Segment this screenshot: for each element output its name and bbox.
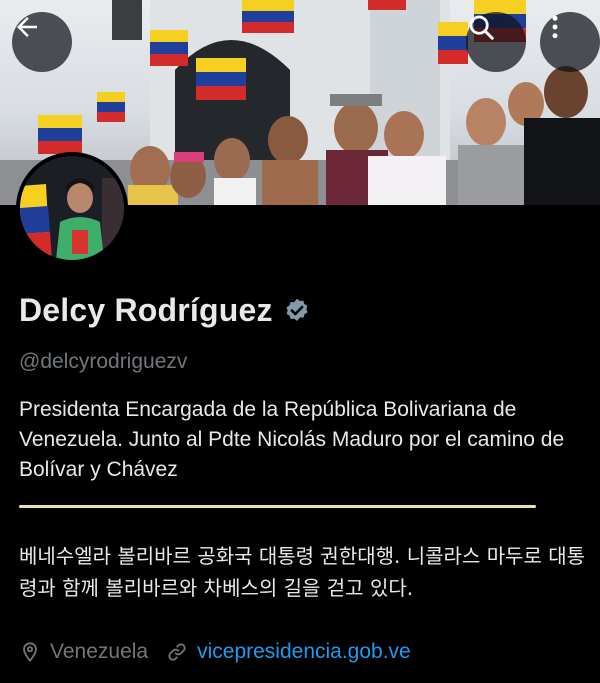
link-icon — [168, 643, 186, 661]
avatar-photo — [20, 156, 124, 260]
flag — [196, 58, 246, 100]
profile-name-row: Delcy Rodríguez — [19, 292, 311, 329]
search-icon — [469, 15, 494, 40]
profile-website-link[interactable]: vicepresidencia.gob.ve — [197, 640, 411, 664]
flag — [150, 30, 188, 66]
back-button[interactable] — [12, 12, 72, 72]
display-name: Delcy Rodríguez — [19, 292, 273, 328]
profile-location: Venezuela — [50, 640, 149, 663]
search-button[interactable] — [466, 12, 526, 72]
verified-badge-icon[interactable] — [283, 297, 311, 325]
more-options-button[interactable] — [540, 12, 600, 72]
more-vertical-icon — [552, 15, 558, 39]
profile-avatar[interactable] — [16, 152, 128, 264]
bio-translation: 베네수엘라 볼리바르 공화국 대통령 권한대행. 니콜라스 마두로 대통령과 함… — [19, 544, 586, 600]
flag — [438, 22, 468, 64]
flag — [368, 0, 406, 10]
profile-meta-row: Venezuela vicepresidencia.gob.ve — [19, 640, 411, 664]
arrow-left-icon — [17, 17, 37, 37]
translation-divider — [19, 505, 536, 508]
flag — [242, 0, 294, 33]
flag — [38, 115, 82, 154]
profile-bio: Presidenta Encargada de la República Bol… — [19, 398, 565, 481]
location-pin-icon — [23, 642, 37, 663]
username-handle: @delcyrodriguezv — [19, 350, 188, 373]
flag — [97, 92, 125, 122]
